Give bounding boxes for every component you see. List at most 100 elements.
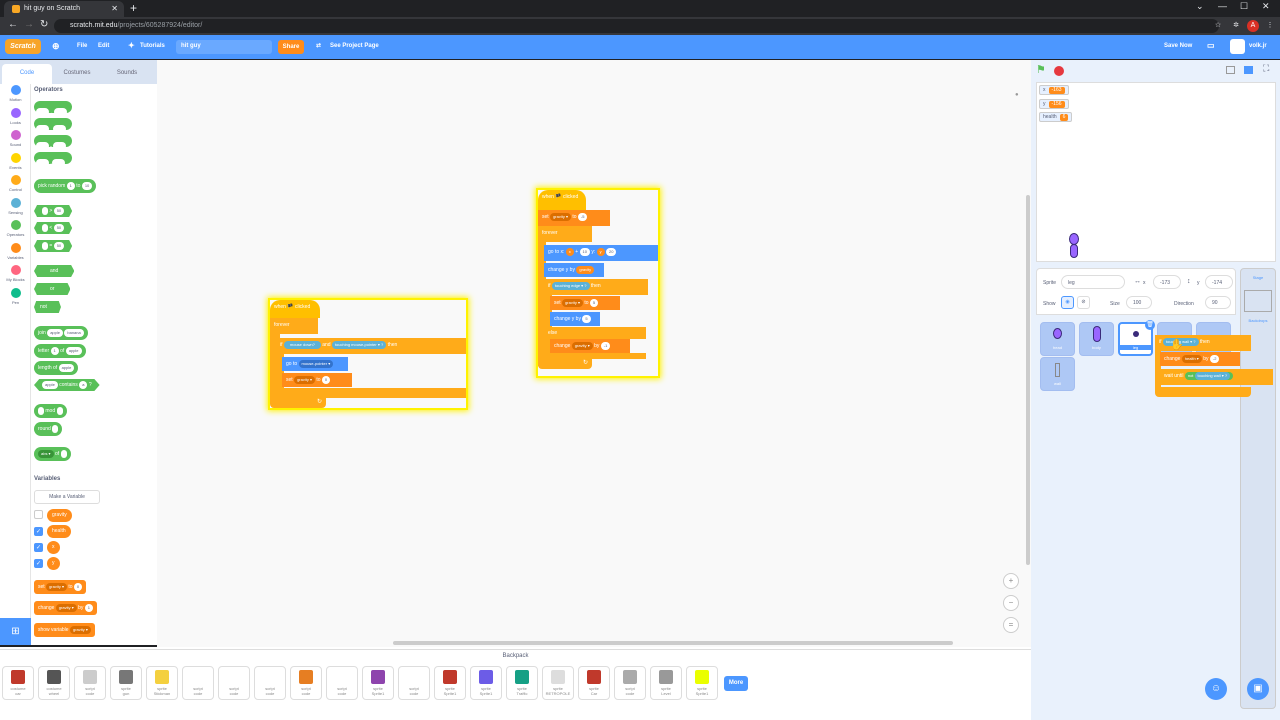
letter-word[interactable]: apple xyxy=(65,346,82,355)
category-variables[interactable]: Variables xyxy=(0,242,31,260)
zoom-reset-icon[interactable]: = xyxy=(1003,617,1019,633)
set-gravity-block-3[interactable]: set gravity ▾ to 5 xyxy=(550,296,620,310)
var-x[interactable]: x xyxy=(47,541,60,554)
category-sensing[interactable]: Sensing xyxy=(0,197,31,215)
backpack-header[interactable]: Backpack xyxy=(0,649,1031,662)
green-flag-icon[interactable]: ⚑ xyxy=(1036,65,1046,76)
change-y-value[interactable]: 5 xyxy=(582,314,591,323)
stop-icon[interactable] xyxy=(1054,66,1064,76)
tab-search-icon[interactable]: ⌄ xyxy=(1196,1,1204,12)
eq-value[interactable]: 50 xyxy=(53,241,65,250)
backpack-item[interactable]: sprite Sprite1 xyxy=(686,666,718,700)
set-gravity-block[interactable]: set gravity ▾ to 0 xyxy=(282,373,352,387)
y-offset[interactable]: 20 xyxy=(606,247,617,256)
letter-of-block[interactable]: letter 1 of apple xyxy=(34,344,86,358)
edit-menu[interactable]: Edit xyxy=(98,43,109,49)
go-to-target[interactable]: mouse-pointer ▾ xyxy=(298,359,334,368)
join-block[interactable]: join apple banana xyxy=(34,326,88,340)
backpack-item[interactable]: sprite Car xyxy=(578,666,610,700)
add-block[interactable]: + xyxy=(34,101,72,118)
change-value-2[interactable]: -1 xyxy=(600,341,611,350)
backpack-more-button[interactable]: More xyxy=(724,676,748,691)
backpack-item[interactable]: script code xyxy=(326,666,358,700)
project-title-input[interactable]: hit guy xyxy=(176,40,272,54)
pick-random-from[interactable]: 1 xyxy=(66,181,75,190)
change-gravity-block[interactable]: change gravity ▾ by -1 xyxy=(550,339,630,353)
y-input[interactable]: -174 xyxy=(1205,275,1233,289)
dragged-wait-until-block[interactable]: wait until not touching wall ▾ ? xyxy=(1160,369,1273,385)
choose-sprite-icon[interactable]: ☺ xyxy=(1205,678,1227,700)
dragged-change-health-block[interactable]: change health ▾ by -2 xyxy=(1160,352,1240,366)
small-stage-icon[interactable] xyxy=(1226,66,1235,74)
change-var-dropdown[interactable]: gravity ▾ xyxy=(55,603,77,612)
sprite-wall[interactable]: wall xyxy=(1040,357,1075,391)
close-window-icon[interactable]: ✕ xyxy=(1262,1,1270,12)
zoom-in-icon[interactable]: + xyxy=(1003,573,1019,589)
my-stuff-folder-icon[interactable]: ▭ xyxy=(1207,41,1215,50)
backpack-item[interactable]: script code xyxy=(218,666,250,700)
category-operators[interactable]: Operators xyxy=(0,220,31,237)
subtract-block[interactable]: - xyxy=(34,118,72,135)
change-variable-block[interactable]: change gravity ▾ by 1 xyxy=(34,601,97,615)
make-variable-button[interactable]: Make a Variable xyxy=(34,490,100,504)
profile-avatar[interactable]: A xyxy=(1247,20,1259,32)
backpack-item[interactable]: sprite Sprite1 xyxy=(470,666,502,700)
file-menu[interactable]: File xyxy=(77,43,87,49)
if-block[interactable]: if mouse down? and touching mouse-pointe… xyxy=(276,338,466,354)
less-than-block[interactable]: < 50 xyxy=(34,222,73,234)
sprite-name-input[interactable]: leg xyxy=(1061,275,1125,289)
if-else-block[interactable]: if touching edge ▾ ? then xyxy=(544,279,648,295)
touching-block[interactable]: touching mouse-pointer ▾ ? xyxy=(331,340,387,349)
monitor-x[interactable]: x -163 xyxy=(1039,85,1069,95)
url-field[interactable]: scratch.mit.edu/projects/605287924/edito… xyxy=(54,19,1219,33)
set-gravity-block-2[interactable]: set gravity ▾ to -5 xyxy=(538,210,610,226)
workspace-settings-icon[interactable]: ● xyxy=(1015,92,1019,98)
user-avatar[interactable] xyxy=(1230,39,1245,54)
add-extension-button[interactable]: ⊞ xyxy=(0,618,31,645)
zoom-out-icon[interactable]: − xyxy=(1003,595,1019,611)
x-input[interactable]: -173 xyxy=(1153,275,1181,289)
chrome-menu-icon[interactable]: ⋮ xyxy=(1264,20,1276,32)
size-input[interactable]: 100 xyxy=(1126,296,1152,309)
set-var-dropdown[interactable]: gravity ▾ xyxy=(46,582,67,591)
fullscreen-icon[interactable]: ⛶ xyxy=(1263,63,1269,74)
reload-icon[interactable]: ↻ xyxy=(40,19,48,30)
set-value-3[interactable]: 5 xyxy=(589,298,599,307)
set-variable-block[interactable]: set gravity ▾ to 0 xyxy=(34,580,87,594)
see-project-page-button[interactable]: See Project Page xyxy=(330,43,379,49)
maximize-icon[interactable]: ☐ xyxy=(1240,1,1248,12)
category-events[interactable]: Events xyxy=(0,152,31,170)
lt-value[interactable]: 50 xyxy=(53,223,65,232)
horizontal-scrollbar[interactable] xyxy=(393,641,953,645)
save-now-button[interactable]: Save Now xyxy=(1164,43,1192,49)
scratch-logo[interactable]: Scratch xyxy=(5,39,41,54)
backpack-item[interactable]: sprite Traffic xyxy=(506,666,538,700)
hat-block[interactable]: when 🏴 clicked xyxy=(270,300,320,318)
set-var-3[interactable]: gravity ▾ xyxy=(562,298,583,307)
gravity-reporter[interactable]: gravity xyxy=(576,265,595,274)
touching-target[interactable]: mouse-pointer ▾ xyxy=(351,342,380,347)
backpack-item[interactable]: sprite Sprite1 xyxy=(434,666,466,700)
bookmark-star-icon[interactable]: ☆ xyxy=(1212,20,1224,32)
language-globe-icon[interactable]: ⊕ xyxy=(52,41,60,52)
divide-block[interactable]: / xyxy=(34,152,72,169)
set-value[interactable]: 0 xyxy=(321,375,331,384)
dragged-not-block[interactable]: not touching wall ▾ ? xyxy=(1184,371,1234,380)
normal-stage-icon[interactable] xyxy=(1244,66,1253,74)
forever-block[interactable]: forever xyxy=(270,318,318,334)
change-value[interactable]: 1 xyxy=(84,603,93,612)
mod-block[interactable]: mod xyxy=(34,404,67,418)
length-word[interactable]: apple xyxy=(58,363,75,372)
monitor-health[interactable]: health 6 xyxy=(1039,112,1073,122)
var-y[interactable]: y xyxy=(47,557,60,570)
backpack-item[interactable]: script code xyxy=(290,666,322,700)
change-var-2[interactable]: gravity ▾ xyxy=(571,341,593,350)
backpack-item[interactable]: script code xyxy=(74,666,106,700)
and-block[interactable]: and xyxy=(34,265,75,277)
dragged-health-dropdown[interactable]: health ▾ xyxy=(1181,354,1202,363)
contains-block[interactable]: apple contains a ? xyxy=(34,379,100,391)
round-block[interactable]: round xyxy=(34,422,63,436)
var-checkbox-x[interactable]: ✓ xyxy=(34,543,43,552)
forward-icon[interactable]: → xyxy=(24,19,34,30)
edge-dropdown[interactable]: edge ▾ xyxy=(571,283,583,288)
